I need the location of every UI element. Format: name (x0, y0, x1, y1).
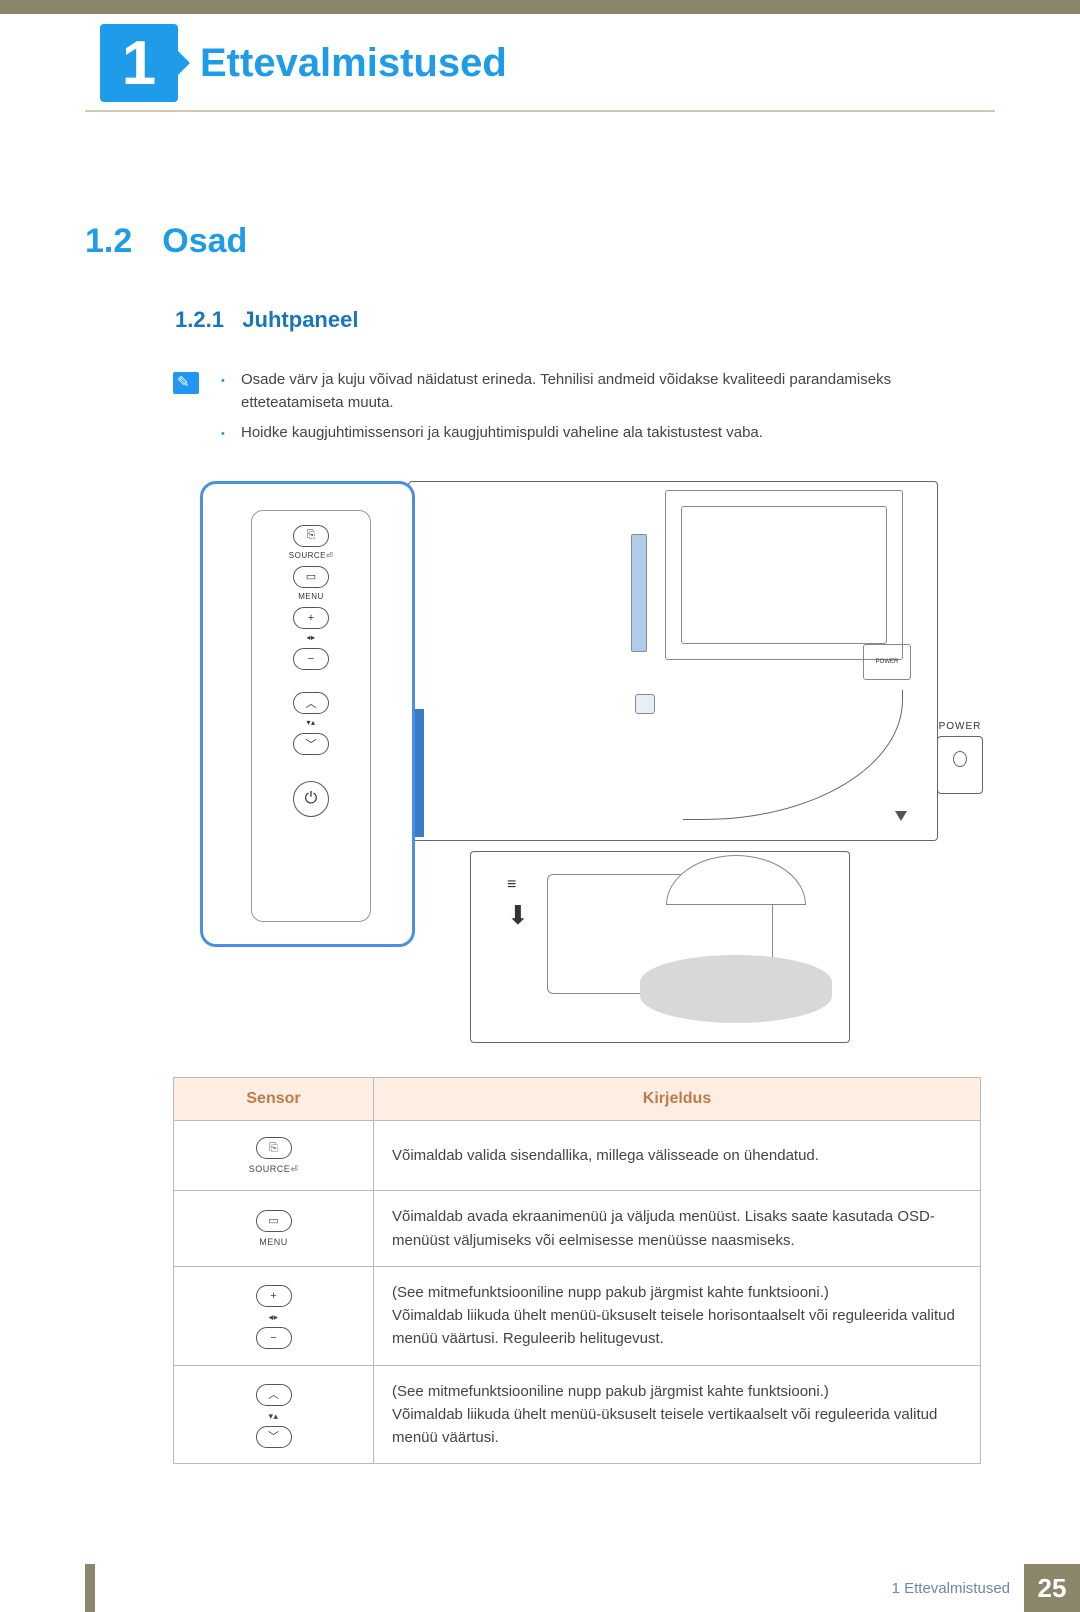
chapter-number-badge: 1 (100, 24, 178, 102)
plus-button-icon: + (293, 607, 329, 629)
note-item: Hoidke kaugjuhtimissensori ja kaugjuhtim… (221, 422, 995, 445)
ud-label: ▾▴ (306, 718, 315, 727)
section-number: 1.2 (85, 222, 132, 261)
source-label: SOURCE⏎ (289, 551, 333, 560)
sensor-icon-cell: + ◂▸ − (174, 1266, 374, 1365)
subsection-number: 1.2.1 (175, 307, 224, 332)
power-plug-icon (937, 736, 983, 794)
section-title: Osad (162, 222, 247, 261)
sensor-desc: (See mitmefunktsiooniline nupp pakub jär… (374, 1365, 981, 1464)
sensor-icon-cell: ︿ ▾▴ ﹀ (174, 1365, 374, 1464)
menu-label: MENU (298, 592, 324, 601)
table-row: ▭ MENU Võimaldab avada ekraanimenüü ja v… (174, 1191, 981, 1267)
table-row: + ◂▸ − (See mitmefunktsiooniline nupp pa… (174, 1266, 981, 1365)
subsection-heading: 1.2.1 Juhtpaneel (175, 307, 995, 333)
sensor-icon-cell: ▭ MENU (174, 1191, 374, 1267)
sensor-desc: Võimaldab avada ekraanimenüü ja väljuda … (374, 1191, 981, 1267)
col-desc: Kirjeldus (374, 1077, 981, 1120)
page-content: 1 Ettevalmistused 1.2 Osad 1.2.1 Juhtpan… (0, 14, 1080, 1464)
menu-button-icon: ▭ (293, 566, 329, 588)
stand-shadow (640, 955, 832, 1023)
note-list: Osade värv ja kuju võivad näidatust erin… (221, 369, 995, 453)
power-detail-label: POWER (925, 721, 995, 732)
lr-label: ◂▸ (306, 633, 315, 642)
down-button-icon: ﹀ (256, 1426, 292, 1448)
subsection-title: Juhtpaneel (242, 307, 358, 332)
col-sensor: Sensor (174, 1077, 374, 1120)
chapter-title: Ettevalmistused (200, 41, 507, 86)
sensor-desc: (See mitmefunktsiooniline nupp pakub jär… (374, 1266, 981, 1365)
footer-chapter-ref: 1 Ettevalmistused (892, 1580, 1024, 1597)
up-button-icon: ︿ (256, 1384, 292, 1406)
section-heading: 1.2 Osad (85, 222, 995, 261)
diagram: POWER ⎘ SOURCE⏎ ▭ MENU + ◂▸ − ︿ ▾▴ ﹀ ⏻ (200, 481, 995, 1043)
power-port-icon: POWER (863, 644, 911, 680)
control-panel-callout: ⎘ SOURCE⏎ ▭ MENU + ◂▸ − ︿ ▾▴ ﹀ ⏻ (200, 481, 415, 947)
vent-icon: ≡ (507, 876, 512, 894)
callout-arrow-icon (683, 690, 903, 820)
page-number: 25 (1024, 1564, 1080, 1612)
footer-accent-bar (85, 1564, 95, 1612)
stand-outline: ≡ ⬇ (470, 851, 850, 1043)
menu-button-icon: ▭ (256, 1210, 292, 1232)
top-accent-bar (0, 0, 1080, 14)
note-icon (173, 372, 199, 394)
footer: 1 Ettevalmistused 25 (0, 1564, 1080, 1612)
connector-icon (635, 694, 655, 714)
arrow-down-icon: ⬇ (507, 900, 529, 931)
power-detail: POWER (925, 721, 995, 794)
note-block: Osade värv ja kuju võivad näidatust erin… (173, 369, 995, 453)
plus-button-icon: + (256, 1285, 292, 1307)
note-item: Osade värv ja kuju võivad näidatust erin… (221, 369, 995, 414)
minus-button-icon: − (256, 1327, 292, 1349)
button-strip-icon (631, 534, 647, 652)
source-button-icon: ⎘ (293, 525, 329, 547)
up-button-icon: ︿ (293, 692, 329, 714)
lr-label: ◂▸ (192, 1311, 355, 1325)
stand-neck-icon (666, 855, 806, 905)
control-panel: ⎘ SOURCE⏎ ▭ MENU + ◂▸ − ︿ ▾▴ ﹀ ⏻ (251, 510, 371, 922)
chapter-header: 1 Ettevalmistused (85, 14, 995, 112)
ud-label: ▾▴ (192, 1410, 355, 1424)
sensor-desc: Võimaldab valida sisendallika, millega v… (374, 1120, 981, 1191)
device-back-outline: POWER (408, 481, 938, 841)
stand-base-icon (547, 874, 773, 994)
table-row: ⎘ SOURCE⏎ Võimaldab valida sisendallika,… (174, 1120, 981, 1191)
down-button-icon: ﹀ (293, 733, 329, 755)
table-row: ︿ ▾▴ ﹀ (See mitmefunktsiooniline nupp pa… (174, 1365, 981, 1464)
sensor-table: Sensor Kirjeldus ⎘ SOURCE⏎ Võimaldab val… (173, 1077, 981, 1465)
minus-button-icon: − (293, 648, 329, 670)
sensor-icon-cell: ⎘ SOURCE⏎ (174, 1120, 374, 1191)
chapter-number: 1 (122, 28, 156, 99)
power-button-icon: ⏻ (293, 781, 329, 817)
source-button-icon: ⎘ (256, 1137, 292, 1159)
menu-label: MENU (192, 1236, 355, 1250)
source-label: SOURCE⏎ (192, 1163, 355, 1177)
board-outline-inner (681, 506, 887, 644)
